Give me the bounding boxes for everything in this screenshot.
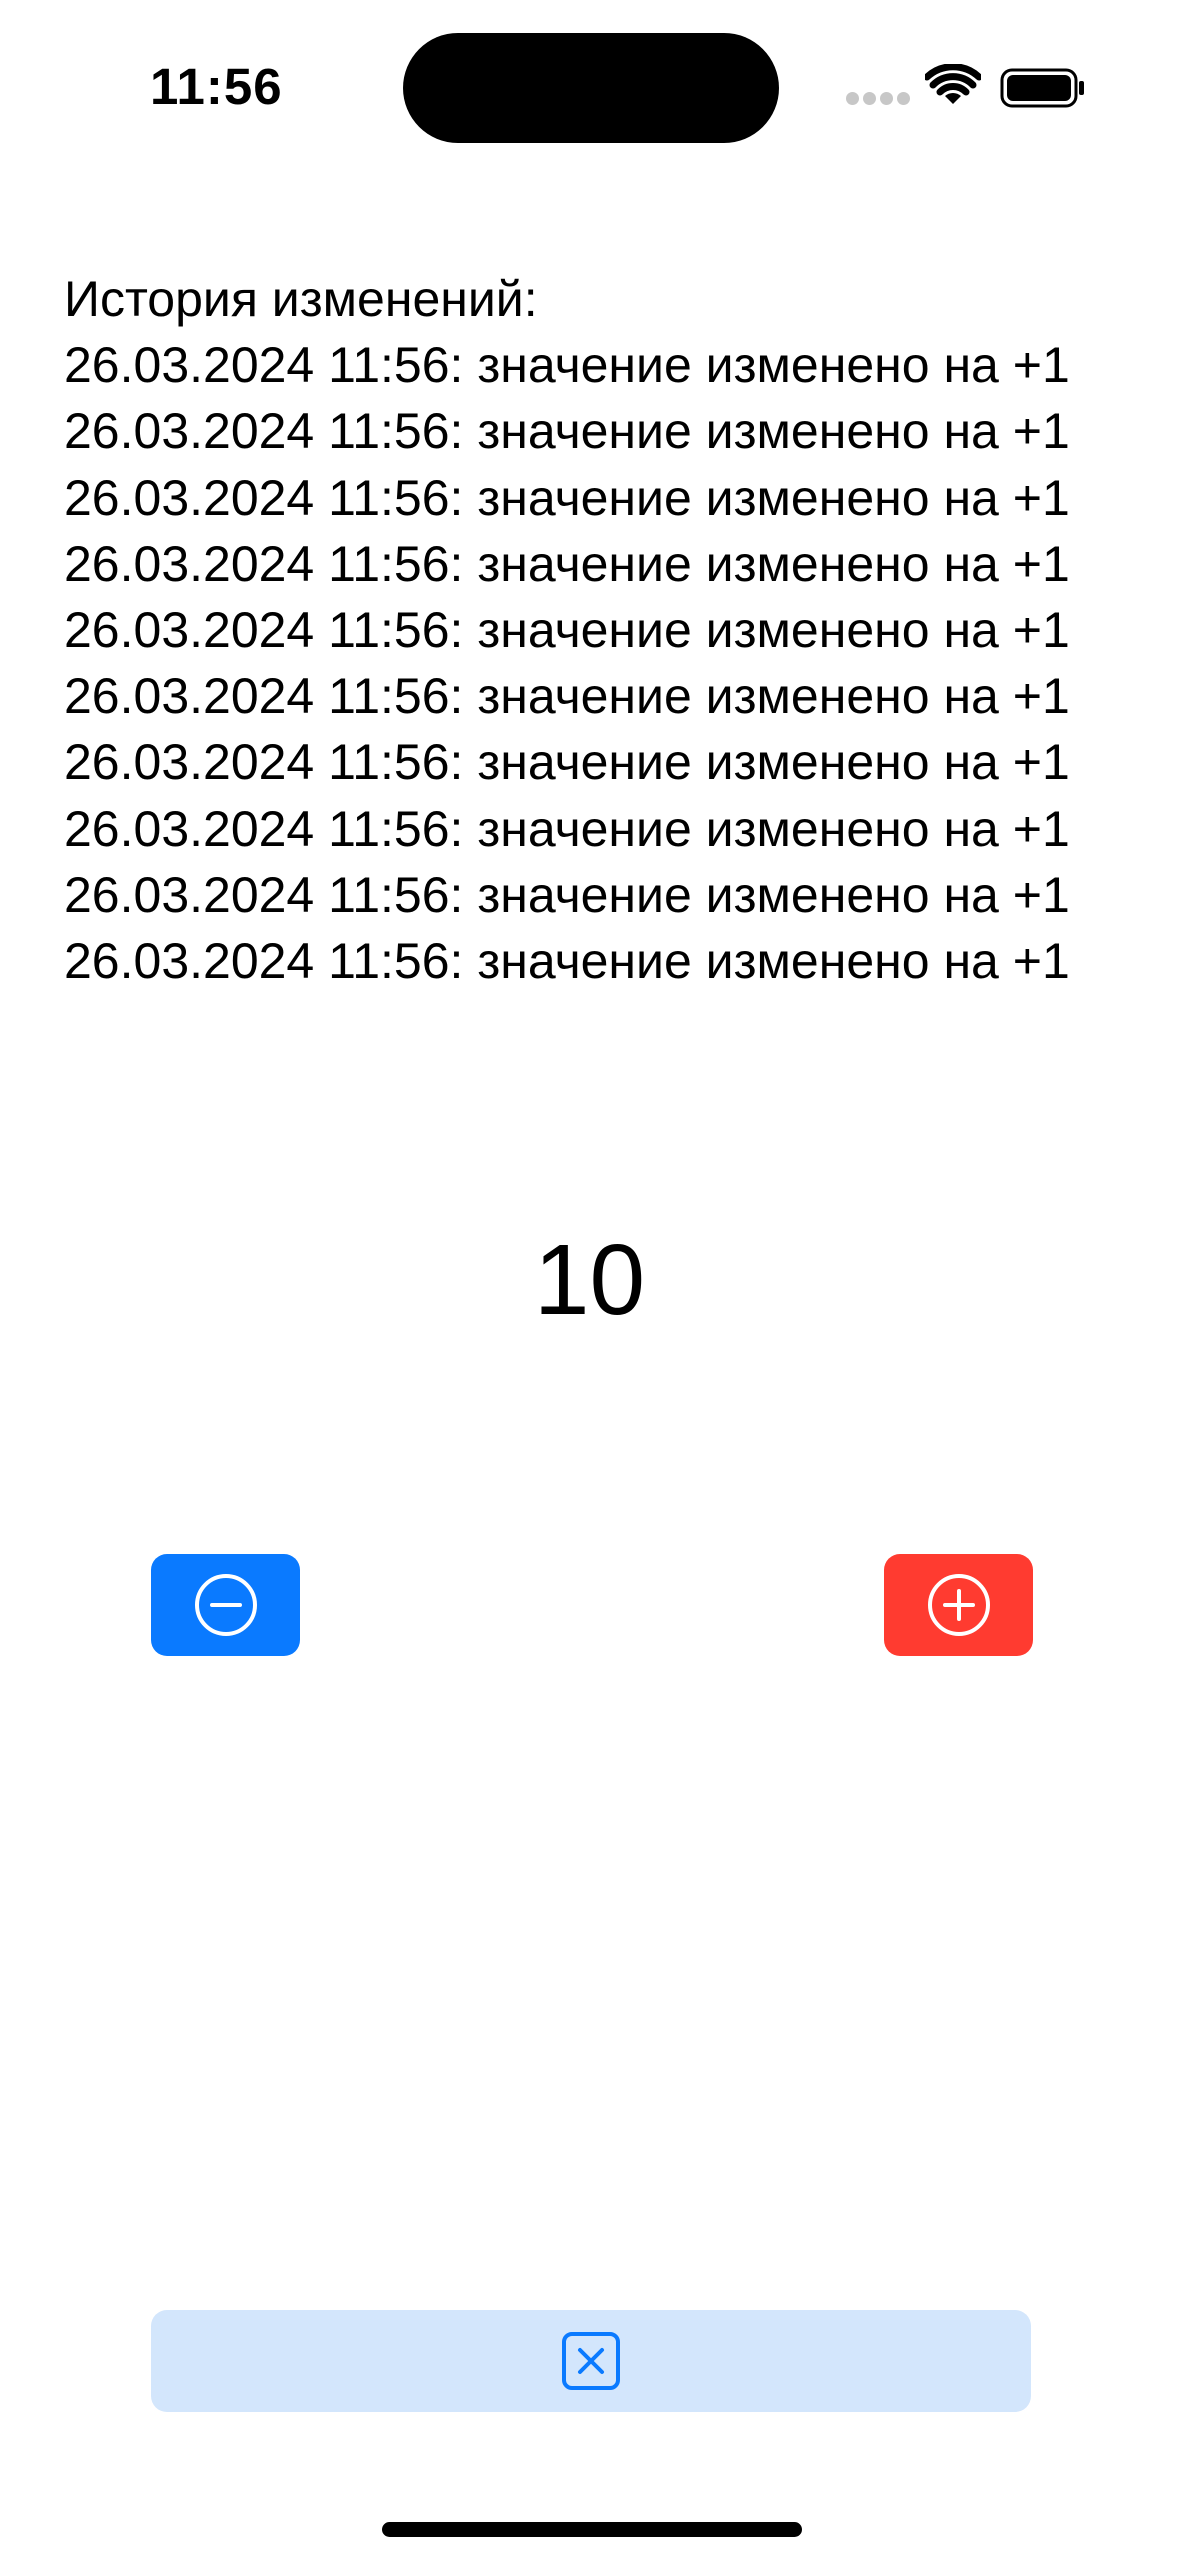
status-time: 11:56 bbox=[150, 58, 283, 115]
history-entry: 26.03.2024 11:56: значение изменено на +… bbox=[64, 337, 1070, 394]
home-indicator[interactable] bbox=[382, 2522, 802, 2537]
wifi-icon bbox=[925, 64, 981, 104]
cellular-signal-icon bbox=[846, 92, 910, 108]
minus-circle-icon bbox=[194, 1574, 257, 1636]
history-list: История изменений: 26.03.2024 11:56: зна… bbox=[64, 266, 1144, 994]
counter-value: 10 bbox=[533, 1224, 646, 1336]
history-entry: 26.03.2024 11:56: значение изменено на +… bbox=[64, 403, 1070, 460]
decrement-button[interactable] bbox=[151, 1554, 300, 1656]
dynamic-island bbox=[403, 33, 779, 143]
increment-button[interactable] bbox=[884, 1554, 1033, 1656]
history-entry: 26.03.2024 11:56: значение изменено на +… bbox=[64, 469, 1070, 526]
history-entry: 26.03.2024 11:56: значение изменено на +… bbox=[64, 933, 1070, 990]
clear-history-button[interactable] bbox=[151, 2310, 1031, 2412]
history-entry: 26.03.2024 11:56: значение изменено на +… bbox=[64, 800, 1070, 857]
history-entry: 26.03.2024 11:56: значение изменено на +… bbox=[64, 535, 1070, 592]
history-title: История изменений: bbox=[64, 271, 538, 327]
history-entry: 26.03.2024 11:56: значение изменено на +… bbox=[64, 668, 1070, 725]
battery-icon bbox=[1000, 68, 1084, 108]
history-entry: 26.03.2024 11:56: значение изменено на +… bbox=[64, 866, 1070, 923]
xmark-square-icon bbox=[562, 2332, 620, 2390]
plus-circle-icon bbox=[927, 1574, 990, 1636]
history-entry: 26.03.2024 11:56: значение изменено на +… bbox=[64, 602, 1070, 659]
history-entry: 26.03.2024 11:56: значение изменено на +… bbox=[64, 734, 1070, 791]
